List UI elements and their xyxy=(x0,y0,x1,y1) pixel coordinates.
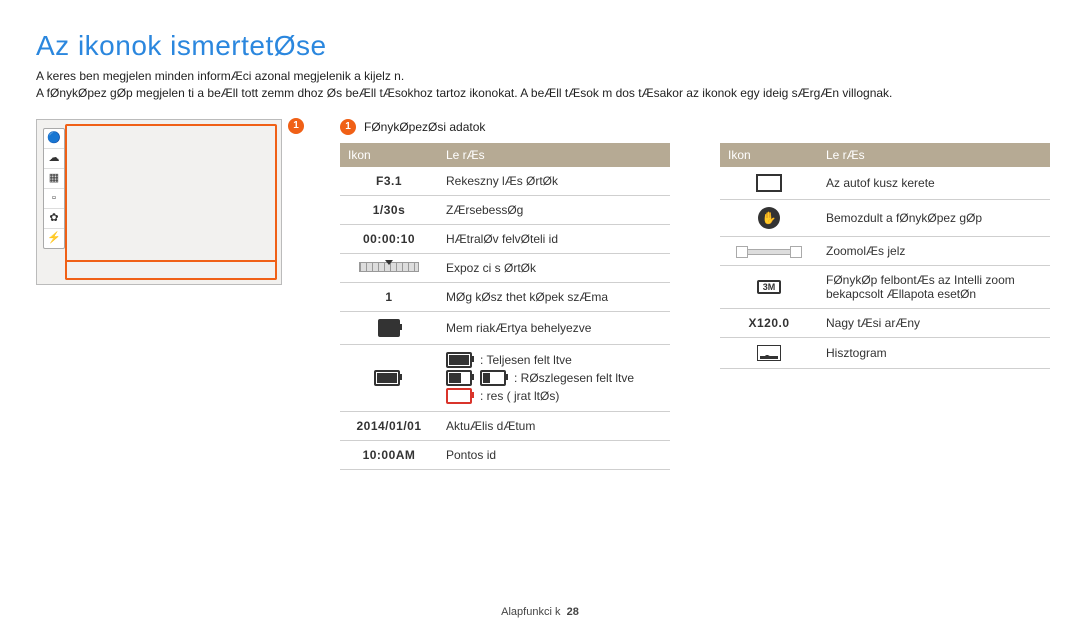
battery-full-icon xyxy=(446,352,472,368)
table-row: Hisztogram xyxy=(720,337,1050,368)
sidebar-cloud-icon: ☁ xyxy=(44,149,64,169)
cell-desc: Pontos id xyxy=(438,440,670,469)
page-footer: Alapfunkci k 28 xyxy=(0,606,1080,618)
footer-page: 28 xyxy=(567,606,579,618)
sidebar-flower-icon: ✿ xyxy=(44,209,64,229)
table-row: ✋ Bemozdult a fØnykØpez gØp xyxy=(720,199,1050,236)
table-row: ZoomolÆs jelz xyxy=(720,236,1050,265)
table-row: 1 MØg kØsz thet kØpek szÆma xyxy=(340,282,670,311)
cell-desc: Bemozdult a fØnykØpez gØp xyxy=(818,199,1050,236)
section-heading: 1 FØnykØpezØsi adatok xyxy=(340,119,670,135)
footer-section: Alapfunkci k xyxy=(501,606,560,618)
cell-desc: ZoomolÆs jelz xyxy=(818,236,1050,265)
legend-right-body: Az autof kusz kerete ✋ Bemozdult a fØnykØp… xyxy=(720,167,1050,369)
sidebar-mode-icon: 🔵 xyxy=(44,129,64,149)
th-icon: Ikon xyxy=(720,143,818,167)
cell-desc: Rekeszny lÆs ØrtØk xyxy=(438,167,670,196)
text-icon: F3.1 xyxy=(376,174,402,188)
cell-desc: Nagy tÆsi arÆny xyxy=(818,308,1050,337)
table-row: X120.0 Nagy tÆsi arÆny xyxy=(720,308,1050,337)
battery-partial-icon xyxy=(480,370,506,386)
table-row: F3.1 Rekeszny lÆs ØrtØk xyxy=(340,167,670,196)
table-row: 2014/01/01 AktuÆlis dÆtum xyxy=(340,411,670,440)
shake-icon: ✋ xyxy=(758,207,780,229)
th-icon: Ikon xyxy=(340,143,438,167)
table-row: Az autof kusz kerete xyxy=(720,167,1050,200)
intro-text: A keres ben megjelen minden informÆci az… xyxy=(36,68,1044,103)
cell-desc: HÆtralØv felvØteli id xyxy=(438,224,670,253)
resolution-box-icon: 3M xyxy=(757,280,782,294)
cell-desc: Expoz ci s ØrtØk xyxy=(438,253,670,282)
cell-desc: : Teljesen felt ltve : RØszlegesen felt … xyxy=(438,344,670,411)
legend-table-right: Ikon Le rÆs Az autof kusz kerete ✋ Bemozdu… xyxy=(720,143,1050,369)
guide-rect-outer xyxy=(65,124,277,280)
table-row: 3M FØnykØp felbontÆs az Intelli zoom beka… xyxy=(720,265,1050,308)
cell-desc: FØnykØp felbontÆs az Intelli zoom bekapc… xyxy=(818,265,1050,308)
th-desc: Le rÆs xyxy=(818,143,1050,167)
table-row: 00:00:10 HÆtralØv felvØteli id xyxy=(340,224,670,253)
table-row: : Teljesen felt ltve : RØszlegesen felt … xyxy=(340,344,670,411)
table-row: Mem riakÆrtya behelyezve xyxy=(340,311,670,344)
text-icon: 1/30s xyxy=(373,203,406,217)
page-title: Az ikonok ismertetØse xyxy=(36,30,1044,62)
callout-marker: 1 xyxy=(288,117,304,134)
legend-left-body: F3.1Rekeszny lÆs ØrtØk1/30sZÆrsebessØg00… xyxy=(340,167,670,470)
table-row: 1/30s ZÆrsebessØg xyxy=(340,195,670,224)
sidebar-frame-icon: ▫ xyxy=(44,189,64,209)
th-desc: Le rÆs xyxy=(438,143,670,167)
cell-desc: MØg kØsz thet kØpek szÆma xyxy=(438,282,670,311)
viewfinder-preview: 🔵 ☁ ▦ ▫ ✿ ⚡ xyxy=(36,119,282,285)
exposure-scale-icon xyxy=(359,262,419,272)
preview-column: 1 🔵 ☁ ▦ ▫ ✿ ⚡ xyxy=(36,119,294,285)
battery-partial-icon xyxy=(446,370,472,386)
text-icon: 2014/01/01 xyxy=(356,419,421,433)
sidebar-flash-icon: ⚡ xyxy=(44,229,64,248)
section-title: FØnykØpezØsi adatok xyxy=(364,120,485,134)
sidebar-grid-icon: ▦ xyxy=(44,169,64,189)
text-icon: 00:00:10 xyxy=(363,232,415,246)
legend-table-left: Ikon Le rÆs F3.1 Rekeszny lÆs ØrtØk 1/30s Z… xyxy=(340,143,670,470)
histogram-icon xyxy=(757,345,781,361)
intro-line-1: A keres ben megjelen minden informÆci az… xyxy=(36,68,1044,85)
legend-group-right: Ikon Le rÆs Az autof kusz kerete ✋ Bemozdu… xyxy=(720,119,1050,470)
preview-sidebar: 🔵 ☁ ▦ ▫ ✿ ⚡ xyxy=(43,128,65,249)
guide-rect-bottom xyxy=(65,260,277,280)
table-row: Expoz ci s ØrtØk xyxy=(340,253,670,282)
legend-group-left: 1 FØnykØpezØsi adatok Ikon Le rÆs F3.1 Re… xyxy=(340,119,670,470)
memory-card-icon xyxy=(378,319,400,337)
text-icon: 10:00AM xyxy=(363,448,416,462)
cell-desc: Hisztogram xyxy=(818,337,1050,368)
section-badge: 1 xyxy=(340,119,356,135)
battery-icon xyxy=(374,370,400,386)
battery-empty-icon xyxy=(446,388,472,404)
autofocus-frame-icon xyxy=(756,174,782,192)
text-icon: X120.0 xyxy=(748,316,789,330)
cell-desc: ZÆrsebessØg xyxy=(438,195,670,224)
table-row: 10:00AM Pontos id xyxy=(340,440,670,469)
text-icon: 1 xyxy=(385,290,392,304)
intro-line-2: A fØnykØpez gØp megjelen ti a beÆll tott… xyxy=(36,85,1044,102)
callout-badge-1: 1 xyxy=(288,118,304,134)
cell-desc: Mem riakÆrtya behelyezve xyxy=(438,311,670,344)
zoom-bar-icon xyxy=(747,249,791,255)
cell-desc: Az autof kusz kerete xyxy=(818,167,1050,200)
cell-desc: AktuÆlis dÆtum xyxy=(438,411,670,440)
